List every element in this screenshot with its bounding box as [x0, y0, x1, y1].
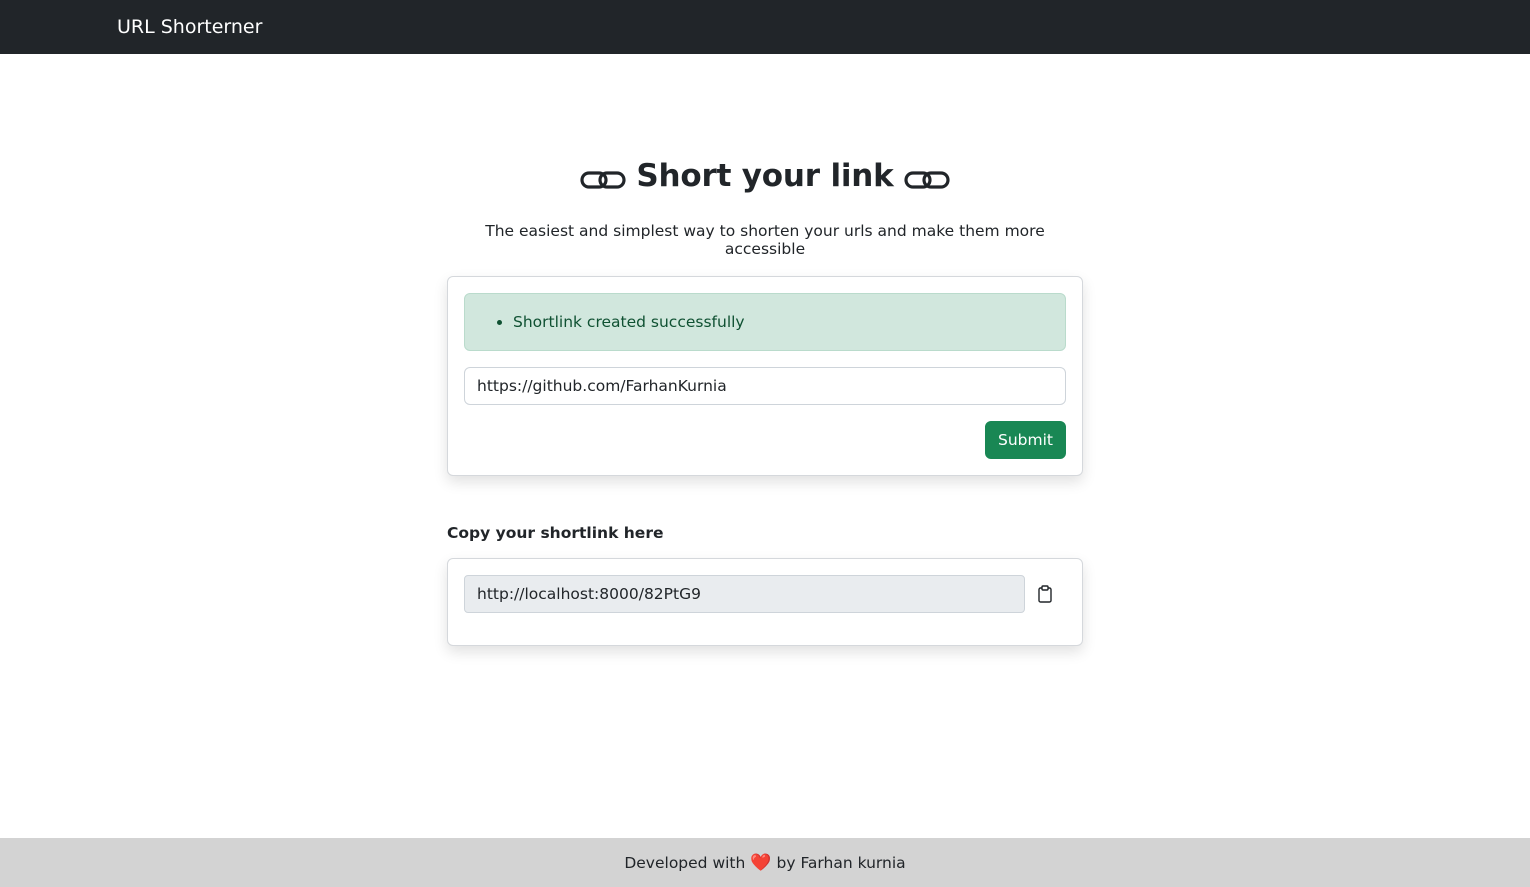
footer-author: by Farhan kurnia	[776, 853, 906, 872]
footer: Developed with ❤️ by Farhan kurnia	[0, 838, 1530, 887]
page-heading: Short your link	[447, 156, 1083, 196]
alert-list: Shortlink created successfully	[495, 313, 745, 331]
footer-prefix: Developed with	[624, 853, 746, 872]
url-input[interactable]	[464, 367, 1066, 405]
clipboard-icon	[1038, 585, 1052, 603]
shortlink-card	[447, 558, 1083, 646]
page-subtitle: The easiest and simplest way to shorten …	[485, 222, 1045, 258]
copy-label: Copy your shortlink here	[447, 524, 664, 542]
link-icon	[903, 171, 950, 189]
alert-message: Shortlink created successfully	[513, 313, 745, 331]
success-alert: Shortlink created successfully	[464, 293, 1066, 351]
copy-button[interactable]	[1025, 575, 1065, 613]
submit-button[interactable]: Submit	[985, 421, 1066, 459]
navbar-brand[interactable]: URL Shorterner	[117, 16, 262, 38]
navbar: URL Shorterner	[0, 0, 1530, 54]
link-icon	[580, 171, 627, 189]
copy-row	[464, 575, 1066, 613]
main-content: Short your link The easiest and simplest…	[447, 54, 1083, 646]
page-title: Short your link	[636, 158, 894, 194]
heart-icon: ❤️	[750, 852, 772, 873]
button-row: Submit	[464, 421, 1066, 459]
shortlink-field[interactable]	[464, 575, 1025, 613]
shorten-form-card: Shortlink created successfully Submit	[447, 276, 1083, 476]
